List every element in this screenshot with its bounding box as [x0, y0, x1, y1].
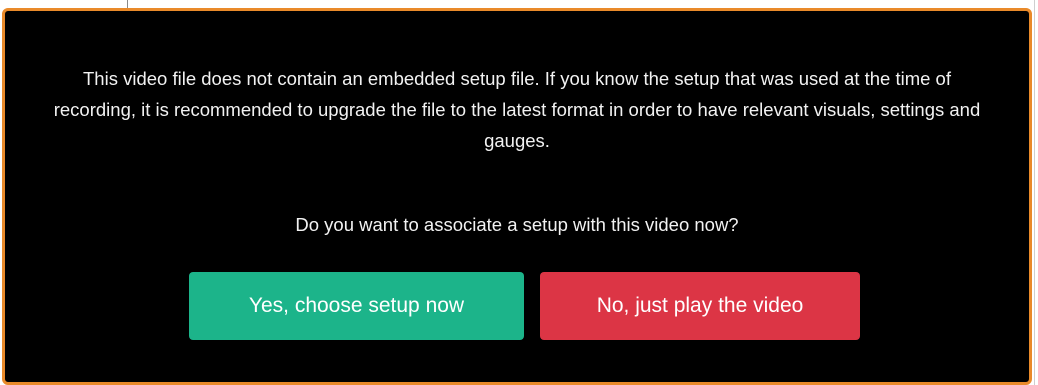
play-video-button[interactable]: No, just play the video: [540, 272, 860, 340]
setup-missing-dialog: This video file does not contain an embe…: [2, 8, 1032, 385]
dialog-message: This video file does not contain an embe…: [5, 63, 1029, 156]
window-edge-line: [1034, 0, 1035, 385]
dialog-question: Do you want to associate a setup with th…: [295, 214, 739, 235]
dialog-message-text: This video file does not contain an embe…: [53, 68, 981, 151]
choose-setup-button[interactable]: Yes, choose setup now: [189, 272, 524, 340]
